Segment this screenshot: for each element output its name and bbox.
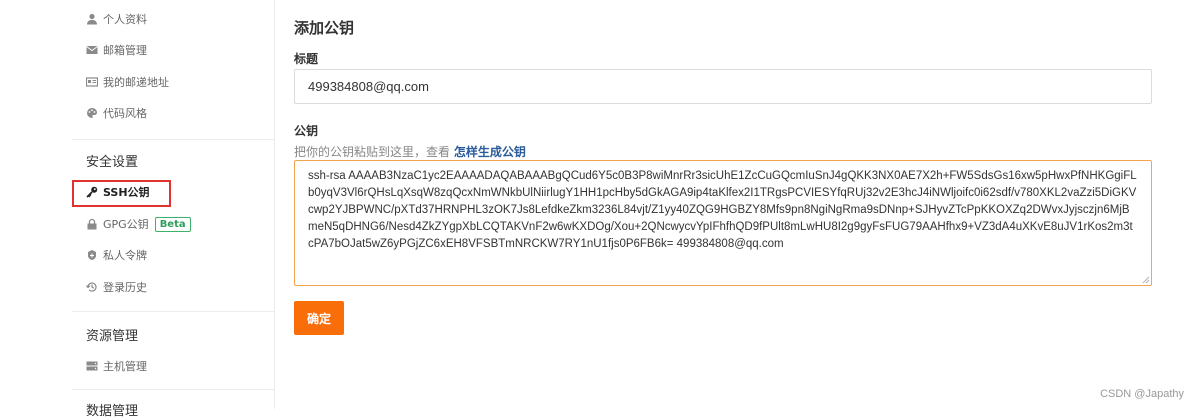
public-key-field-label: 公钥 <box>294 124 319 138</box>
sidebar-item-label: GPG公钥 <box>103 218 149 231</box>
resize-handle-icon[interactable] <box>1140 274 1150 284</box>
section-title-security: 安全设置 <box>86 155 139 170</box>
sidebar-divider <box>72 311 274 312</box>
sidebar-item-label: 主机管理 <box>103 360 147 373</box>
csdn-watermark: CSDN @Japathy <box>1100 388 1184 400</box>
how-to-generate-key-link[interactable]: 怎样生成公钥 <box>454 145 526 159</box>
sidebar-item-label: 邮箱管理 <box>103 44 147 57</box>
beta-badge: Beta <box>154 216 191 232</box>
page-title: 添加公钥 <box>294 19 355 37</box>
confirm-button[interactable]: 确定 <box>294 301 344 335</box>
palette-icon <box>86 107 98 119</box>
sidebar-item-address[interactable]: 我的邮递地址 <box>86 72 169 92</box>
help-text-prefix: 把你的公钥粘贴到这里，查看 <box>294 145 451 159</box>
sidebar-item-profile[interactable]: 个人资料 <box>86 9 147 29</box>
sidebar-item-login-history[interactable]: 登录历史 <box>86 277 147 297</box>
settings-sidebar: 个人资料 邮箱管理 我的邮递地址 代码风格 安全设置 SSH公钥 GPG公钥 B… <box>62 0 275 419</box>
sidebar-divider <box>72 139 274 140</box>
lock-icon <box>86 218 98 230</box>
sidebar-item-host-management[interactable]: 主机管理 <box>86 356 147 376</box>
add-ssh-key-form: 添加公钥 标题 公钥 把你的公钥粘贴到这里，查看 怎样生成公钥 ssh-rsa … <box>294 0 1200 409</box>
history-icon <box>86 281 98 293</box>
user-icon <box>86 13 98 25</box>
token-icon <box>86 249 98 261</box>
title-field-label: 标题 <box>294 52 319 66</box>
public-key-help-text: 把你的公钥粘贴到这里，查看 怎样生成公钥 <box>294 143 526 160</box>
sidebar-item-code-style[interactable]: 代码风格 <box>86 103 147 123</box>
address-card-icon <box>86 76 98 88</box>
sidebar-item-label: 我的邮递地址 <box>103 76 169 89</box>
title-input[interactable] <box>294 69 1152 104</box>
section-title-resources: 资源管理 <box>86 329 139 344</box>
sidebar-item-label: 登录历史 <box>103 281 147 294</box>
sidebar-item-label: 私人令牌 <box>103 249 147 262</box>
highlight-annotation-box <box>72 180 171 207</box>
sidebar-item-label: 代码风格 <box>103 107 147 120</box>
server-icon <box>86 360 98 372</box>
sidebar-item-email[interactable]: 邮箱管理 <box>86 40 147 60</box>
section-title-data: 数据管理 <box>86 404 139 419</box>
public-key-textarea[interactable]: ssh-rsa AAAAB3NzaC1yc2EAAAADAQABAAABgQCu… <box>294 160 1152 286</box>
sidebar-item-gpg-keys[interactable]: GPG公钥 Beta <box>86 214 191 234</box>
mail-icon <box>86 44 98 56</box>
sidebar-item-private-tokens[interactable]: 私人令牌 <box>86 245 147 265</box>
sidebar-divider <box>72 389 274 390</box>
sidebar-item-label: 个人资料 <box>103 13 147 26</box>
